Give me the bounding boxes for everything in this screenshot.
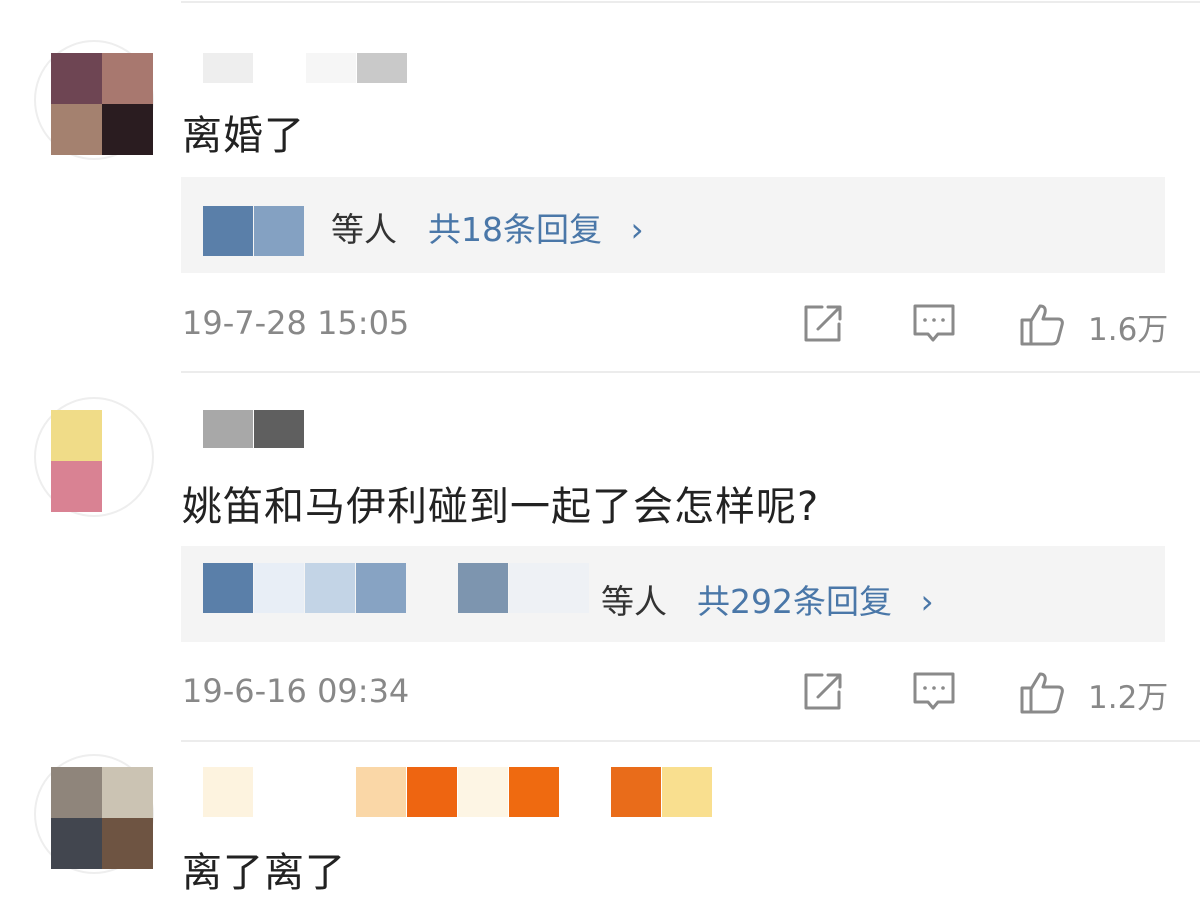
redacted-block xyxy=(203,53,253,83)
comment-text: 姚笛和马伊利碰到一起了会怎样呢? xyxy=(182,484,820,530)
redacted-block xyxy=(254,563,304,613)
reply-total-label: 共292条回复 xyxy=(697,582,892,621)
comment-icon[interactable] xyxy=(911,668,957,714)
comment-icon[interactable] xyxy=(911,300,957,346)
reply-preview[interactable]: 等人 共18条回复 › xyxy=(181,177,1165,273)
avatar[interactable] xyxy=(34,754,154,878)
redacted-block xyxy=(306,53,356,83)
redacted-block xyxy=(305,563,355,613)
avatar-pixel xyxy=(51,410,102,461)
redacted-block xyxy=(611,767,661,817)
redacted-block xyxy=(458,767,508,817)
reply-etc-label: 等人 xyxy=(601,582,667,621)
reply-total-link[interactable]: 共292条回复 › xyxy=(697,575,934,623)
avatar-pixel xyxy=(102,104,153,155)
like-count: 1.6万 xyxy=(1088,312,1169,348)
reply-etc-label: 等人 xyxy=(331,210,397,249)
avatar-pixel xyxy=(51,461,102,512)
redacted-block xyxy=(203,563,253,613)
comment-text: 离了离了 xyxy=(182,850,346,896)
redacted-block xyxy=(203,410,253,448)
thumbs-up-icon[interactable] xyxy=(1018,668,1064,714)
redacted-block xyxy=(509,563,589,613)
avatar-pixel xyxy=(51,53,102,104)
avatar-pixel xyxy=(102,767,153,818)
reply-total-label: 共18条回复 xyxy=(428,210,602,249)
redacted-block xyxy=(509,767,559,817)
redacted-block xyxy=(254,206,304,256)
redacted-block xyxy=(203,767,253,817)
share-icon[interactable] xyxy=(800,668,846,714)
reply-total-link[interactable]: 共18条回复 › xyxy=(428,203,644,251)
redacted-block xyxy=(662,767,712,817)
avatar-pixel xyxy=(51,818,102,869)
redacted-block xyxy=(458,563,508,613)
redacted-block xyxy=(356,767,406,817)
comment-text: 离婚了 xyxy=(182,113,305,159)
like-count: 1.2万 xyxy=(1088,680,1169,716)
reply-preview[interactable]: 等人 共292条回复 › xyxy=(181,546,1165,642)
comment-meta: 19-6-16 09:34 1.2万 xyxy=(0,668,1200,716)
timestamp: 19-6-16 09:34 xyxy=(182,672,410,710)
redacted-block xyxy=(357,53,407,83)
avatar-pixel xyxy=(51,104,102,155)
timestamp: 19-7-28 15:05 xyxy=(182,304,410,342)
share-icon[interactable] xyxy=(800,300,846,346)
comment-divider xyxy=(181,371,1200,373)
thumbs-up-icon[interactable] xyxy=(1018,300,1064,346)
redacted-block xyxy=(356,563,406,613)
redacted-block xyxy=(254,410,304,448)
redacted-block xyxy=(407,767,457,817)
avatar-pixel xyxy=(51,767,102,818)
comment-divider xyxy=(181,740,1200,742)
avatar[interactable] xyxy=(34,40,154,164)
chevron-right-icon: › xyxy=(630,210,644,249)
avatar-pixel xyxy=(102,53,153,104)
avatar-pixel xyxy=(102,818,153,869)
comment-meta: 19-7-28 15:05 1.6万 xyxy=(0,300,1200,348)
chevron-right-icon: › xyxy=(920,582,934,621)
top-divider xyxy=(181,1,1200,3)
avatar[interactable] xyxy=(34,397,154,521)
redacted-block xyxy=(203,206,253,256)
